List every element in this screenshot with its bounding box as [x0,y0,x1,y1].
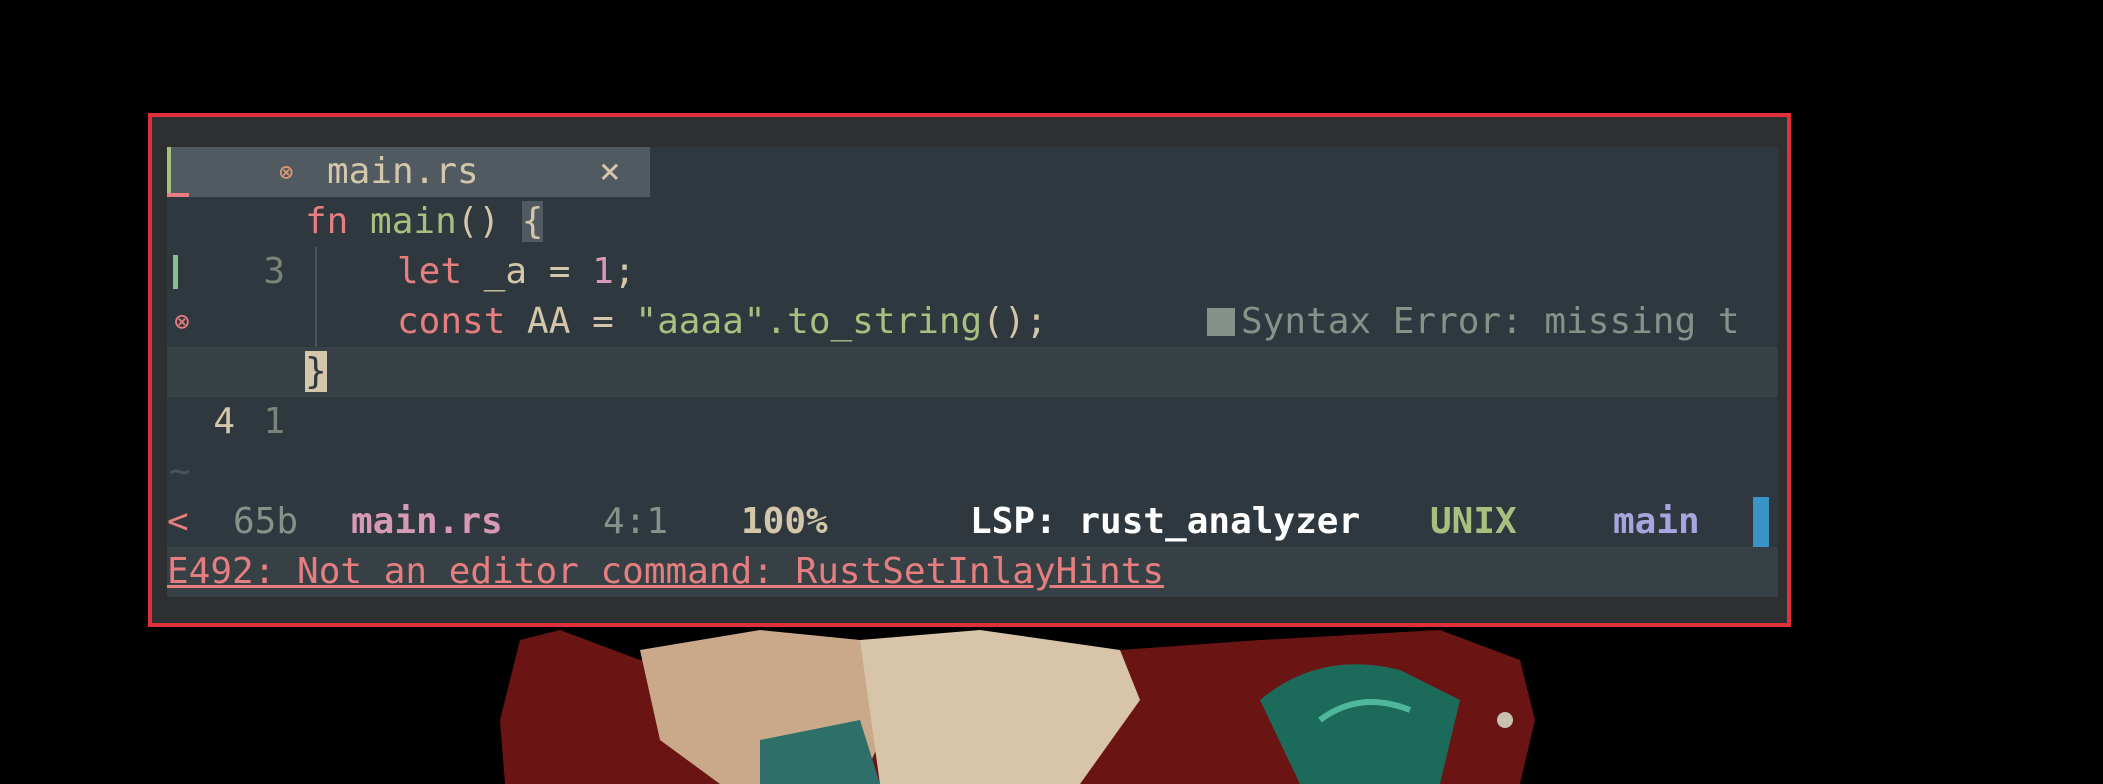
tabline: ⊗ main.rs × [167,147,1778,197]
command-line[interactable]: E492: Not an editor command: RustSetInla… [167,547,1778,597]
modified-icon: ⊗ [279,158,294,186]
error-sign-icon: ⊗ [174,307,190,337]
code-text: } [305,347,327,397]
indent-guide [315,247,317,297]
code-line[interactable]: 2 let _a = 1; [167,247,1778,392]
code-line[interactable]: ⊗ 1 const AA = "aaaa".to_string(); Synta… [167,297,1778,442]
git-change-sign [173,255,178,289]
matched-brace: { [521,201,544,242]
code-text: fn main() { [305,201,544,242]
tab-active-marker [167,147,171,197]
close-icon[interactable]: × [599,147,621,197]
empty-line: ~ [167,447,1778,542]
code-line-current[interactable]: 4 } [167,347,1778,442]
statusline-end-block [1753,497,1769,547]
status-filename: main.rs [351,501,503,542]
code-line[interactable]: 3 fn main() { [167,197,1778,292]
error-message: E492: Not an editor command: RustSetInla… [167,551,1164,592]
diagnostic-virtual-text: Syntax Error: missing t [1207,297,1740,347]
empty-line: ~ [169,451,191,492]
lsp-status: LSP: rust_analyzer [970,501,1361,542]
code-text: let _a = 1; [397,251,636,292]
file-size: 65b [233,501,299,542]
scroll-percent: 100% [741,501,828,542]
git-branch: main [1613,501,1700,542]
diagnostic-square-icon [1207,308,1235,336]
code-text: const AA = "aaaa".to_string(); [397,301,1048,342]
file-format: UNIX [1430,501,1517,542]
status-arrow: < [167,501,189,542]
vim-editor[interactable]: ⊗ main.rs × 3 fn main() { 2 let _a = 1; … [167,147,1778,597]
tab-main-rs[interactable]: ⊗ main.rs × [167,147,650,197]
tab-label: main.rs [327,151,479,192]
indent-guide [315,297,317,347]
cursor-position: 4:1 [603,501,669,542]
statusline: < 65b main.rs 4:1 100% LSP: rust_analyze… [167,497,1778,590]
cursor: } [305,351,327,392]
